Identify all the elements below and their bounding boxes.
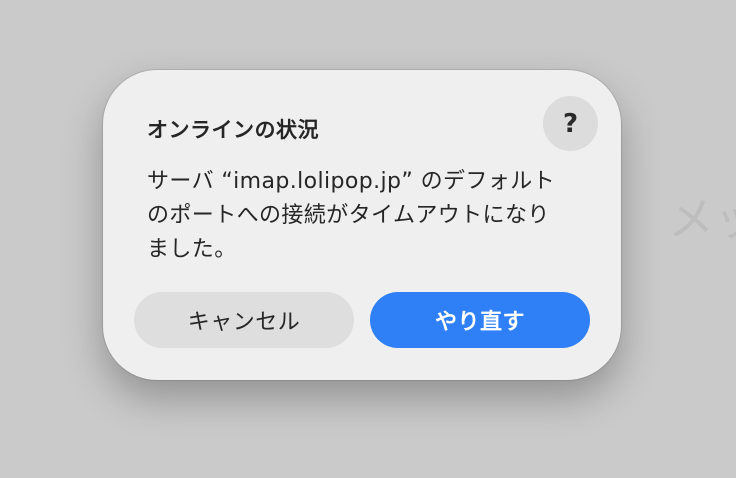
- dialog-message: サーバ “imap.lolipop.jp” のデフォルトのポートへの接続がタイム…: [147, 169, 556, 262]
- help-button[interactable]: ?: [543, 96, 598, 151]
- cancel-button[interactable]: キャンセル: [134, 292, 354, 348]
- question-mark-icon: ?: [562, 108, 579, 139]
- retry-button[interactable]: やり直す: [370, 292, 590, 348]
- dialog-title: オンラインの状況: [147, 118, 319, 142]
- background-partial-text: メッ: [668, 192, 736, 246]
- online-status-dialog: オンラインの状況 ? サーバ “imap.lolipop.jp” のデフォルトの…: [103, 70, 621, 380]
